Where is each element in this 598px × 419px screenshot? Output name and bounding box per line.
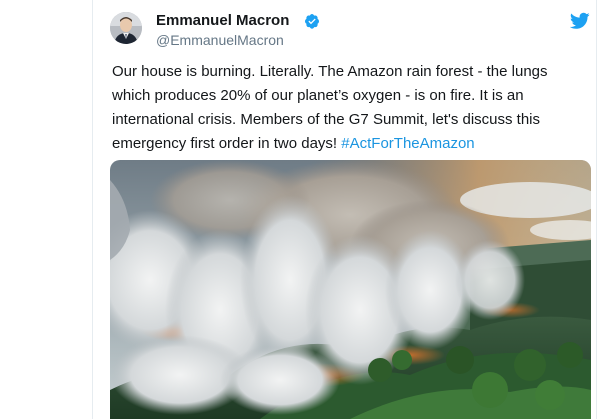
tweet-text-last-line: emergency first order in two days! #ActF…: [112, 132, 592, 156]
timeline-right-border: [596, 0, 597, 419]
timeline-left-border: [92, 0, 93, 419]
tweet-text-line: international crisis. Members of the G7 …: [112, 111, 541, 128]
tweet-photo[interactable]: [110, 160, 591, 419]
avatar[interactable]: [110, 12, 142, 44]
tweet-text: Our house is burning. Literally. The Ama…: [112, 60, 592, 156]
hashtag-link[interactable]: #ActForTheAmazon: [341, 135, 474, 152]
aerial-photo-amazon-fire: [110, 160, 591, 419]
tweet-page: Emmanuel Macron @EmmanuelMacron Our hous…: [0, 0, 598, 419]
tweet-text-line: which produces 20% of our planet’s oxyge…: [112, 87, 524, 104]
verified-badge-icon: [305, 14, 319, 29]
tweet-text-fragment: emergency first order in two days!: [112, 135, 342, 152]
twitter-bird-icon[interactable]: [570, 12, 590, 30]
author-display-name[interactable]: Emmanuel Macron: [156, 12, 289, 29]
tweet-text-line: Our house is burning. Literally. The Ama…: [112, 63, 548, 80]
author-handle[interactable]: @EmmanuelMacron: [156, 32, 284, 48]
